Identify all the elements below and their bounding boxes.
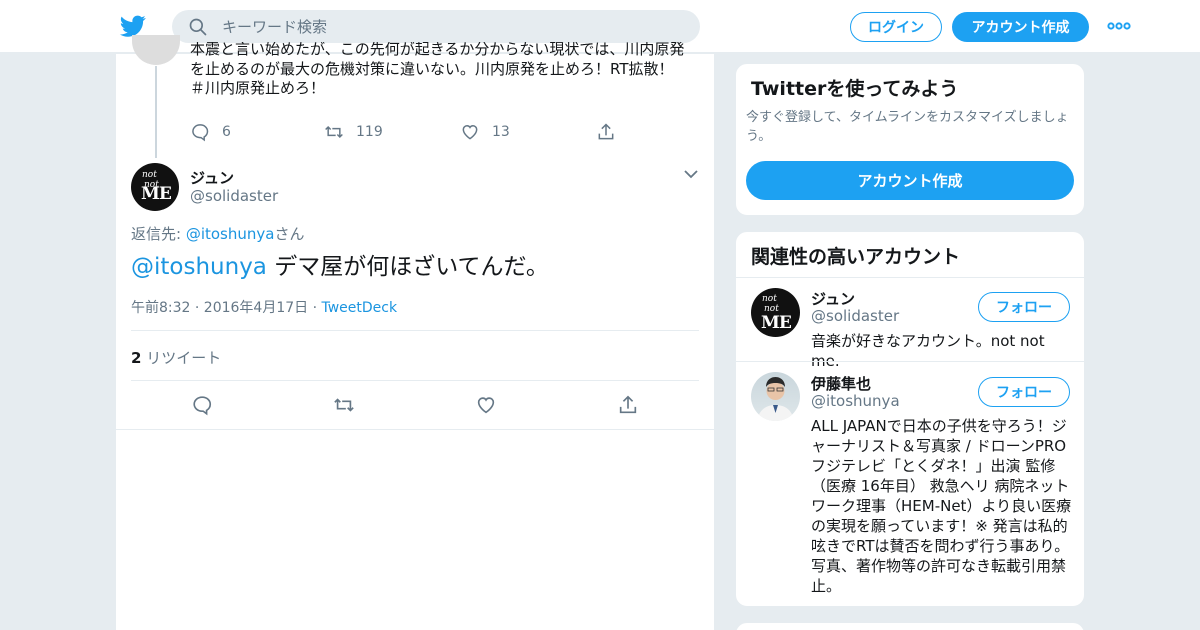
like-count: 13: [492, 124, 510, 140]
account-name[interactable]: ジュン: [811, 288, 855, 309]
avatar-lettering: ME: [141, 184, 172, 204]
search-icon: [189, 18, 207, 36]
avatar-lettering: ME: [761, 313, 792, 333]
tweet-text-line: 本震と言い始めたが、この先何が起きるか分からない現状では、川内原発: [190, 42, 685, 58]
reply-count: 6: [222, 124, 231, 140]
reply-icon: [192, 124, 209, 142]
reply-context: 返信先: @itoshunyaさん: [131, 223, 304, 244]
login-button[interactable]: ログイン: [850, 12, 942, 42]
signup-card-button[interactable]: アカウント作成: [746, 161, 1074, 200]
avatar[interactable]: not not ME: [131, 163, 179, 211]
divider: [131, 380, 699, 381]
tweet-timestamp[interactable]: 午前8:32 · 2016年4月17日 ·: [131, 300, 322, 316]
share-icon: [598, 123, 614, 140]
avatar[interactable]: not not ME: [751, 288, 800, 337]
reply-suffix: さん: [274, 225, 305, 243]
divider: [131, 330, 699, 331]
tweet-text: @itoshunya デマ屋が何ほざいてんだ。: [131, 252, 549, 282]
retweet-stat-count: 2: [131, 349, 142, 367]
account-bio: ALL JAPANで日本の子供を守ろう！ジャーナリスト＆写真家 / ドローンPR…: [811, 417, 1072, 595]
client-link[interactable]: TweetDeck: [322, 300, 398, 316]
avatar[interactable]: [751, 372, 800, 421]
chevron-down-icon[interactable]: [683, 168, 699, 180]
author-handle[interactable]: @solidaster: [190, 187, 278, 205]
author-name[interactable]: ジュン: [190, 167, 234, 188]
signup-card-subtitle: 今すぐ登録して、タイムラインをカスタマイズしましょう。: [746, 110, 1069, 144]
divider: [736, 361, 1084, 362]
signup-card: Twitterを使ってみよう 今すぐ登録して、タイムラインをカスタマイズしましょ…: [735, 63, 1085, 216]
related-accounts-title: 関連性の高いアカウント: [751, 246, 961, 268]
mention-link[interactable]: @itoshunya: [131, 254, 267, 280]
next-card: [735, 622, 1085, 630]
tweet-metadata: 午前8:32 · 2016年4月17日 · TweetDeck: [131, 297, 397, 317]
divider: [736, 277, 1084, 278]
account-handle[interactable]: @solidaster: [811, 307, 899, 325]
retweet-icon: [325, 125, 343, 139]
retweet-count: 119: [356, 124, 383, 140]
like-action[interactable]: 13: [460, 122, 510, 142]
tweet-body: デマ屋が何ほざいてんだ。: [266, 254, 549, 280]
heart-icon[interactable]: [475, 394, 497, 416]
account-handle[interactable]: @itoshunya: [811, 392, 900, 410]
reply-handle-link[interactable]: @itoshunya: [186, 225, 275, 243]
retweet-stat-label: リツイート: [141, 349, 222, 367]
related-accounts-card: 関連性の高いアカウント not not ME ジュン @solidaster フ…: [735, 231, 1085, 607]
retweet-stats[interactable]: 2 リツイート: [131, 347, 221, 368]
person-photo: [757, 377, 794, 421]
retweet-icon[interactable]: [333, 394, 355, 416]
reply-action[interactable]: 6: [190, 122, 231, 142]
thread-connector: [155, 66, 157, 158]
share-icon[interactable]: [617, 394, 639, 416]
tweet-text-line: を止めるのが最大の危機対策に違いない。川内原発を止めろ！RT拡散！: [190, 59, 674, 78]
tweet-actions: 6 119 13: [190, 122, 630, 144]
search-placeholder: キーワード検索: [222, 18, 328, 36]
reply-prefix: 返信先:: [131, 225, 186, 243]
reply-icon[interactable]: [191, 394, 213, 416]
previous-tweet-text: 本震と言い始めたが、この先何が起きるか分からない現状では、川内原発 を止めるのが…: [190, 42, 690, 118]
more-options-icon[interactable]: [1107, 21, 1131, 31]
signup-card-title: Twitterを使ってみよう: [751, 78, 959, 100]
heart-icon: [462, 124, 478, 140]
account-name[interactable]: 伊藤隼也: [811, 373, 871, 394]
retweet-action[interactable]: 119: [324, 122, 383, 142]
tweet-text-line: ＃川内原発止めろ！: [190, 79, 326, 97]
avatar-lettering: not: [762, 294, 777, 304]
divider: [115, 429, 715, 430]
signup-button[interactable]: アカウント作成: [952, 12, 1089, 42]
account-bio: 音楽が好きなアカウント。not not me.: [811, 332, 1045, 370]
follow-button[interactable]: フォロー: [978, 292, 1070, 322]
follow-button[interactable]: フォロー: [978, 377, 1070, 407]
share-action[interactable]: [596, 122, 628, 142]
